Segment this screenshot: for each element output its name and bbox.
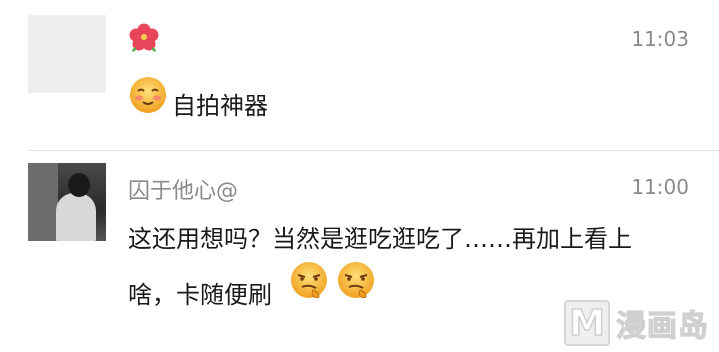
message-text-line: 这还用想吗？当然是逛吃逛吃了……再加上看上	[128, 225, 632, 253]
avatar[interactable]	[28, 15, 106, 93]
sly-smirk-emoji-icon	[338, 262, 374, 299]
avatar[interactable]	[28, 163, 106, 241]
avatar-figure-head	[68, 173, 90, 197]
watermark-text: 漫画岛	[615, 308, 709, 344]
blush-emoji-icon	[130, 77, 166, 113]
message-text: 自拍神器	[172, 92, 268, 120]
message-time: 11:03	[631, 27, 689, 51]
watermark-logo: M	[564, 300, 610, 346]
sly-smirk-emoji-icon	[291, 262, 327, 299]
sender-name[interactable]: 囚于他心@	[128, 173, 238, 205]
avatar-figure-body	[56, 193, 96, 241]
chat-message: 11:03 自拍神器	[0, 0, 719, 150]
message-time: 11:00	[631, 175, 689, 199]
avatar-background	[28, 163, 58, 241]
message-text-line: 啥，卡随便刷	[128, 281, 272, 309]
hibiscus-flower-icon	[129, 23, 159, 52]
watermark: M 漫画岛	[564, 300, 709, 346]
